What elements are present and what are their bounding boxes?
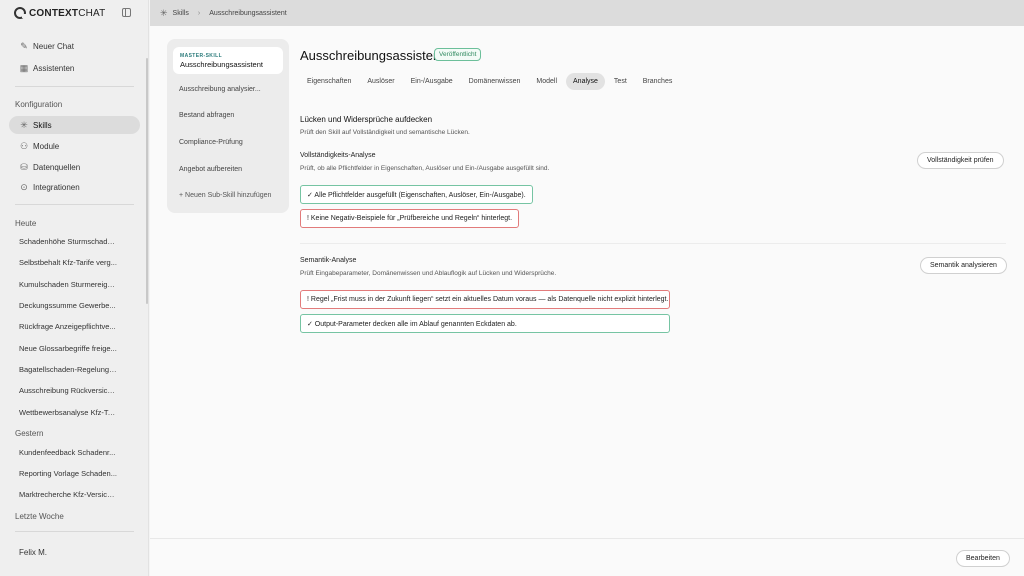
nav-assistants[interactable]: ▦ Assistenten [9,59,140,77]
history-item[interactable]: Reporting Vorlage Schaden... [19,469,117,478]
sidebar-divider [15,86,134,87]
semantics-result-warning: ! Regel „Frist muss in der Zukunft liege… [300,290,670,309]
subskill-item[interactable]: Ausschreibung analysier... [179,86,261,93]
section-label-today: Heute [15,219,37,228]
master-skill-card[interactable]: MASTER-SKILL Ausschreibungsassistent [173,47,283,74]
subskill-item[interactable]: Angebot aufbereiten [179,166,242,173]
tab-test[interactable]: Test [607,73,634,90]
history-item[interactable]: Kundenfeedback Schadenr... [19,448,117,457]
history-item[interactable]: Marktrecherche Kfz-Versich... [19,490,117,499]
history-item[interactable]: Ausschreibung Rückversich... [19,386,117,395]
history-item[interactable]: Schadenhöhe Sturmschade... [19,237,117,246]
add-subskill-button[interactable]: + Neuen Sub-Skill hinzufügen [179,192,271,199]
subskill-item[interactable]: Bestand abfragen [179,112,234,119]
nav-modules[interactable]: ⚇ Module [9,137,140,155]
completeness-desc: Prüft, ob alle Pflichtfelder in Eigensch… [300,165,550,172]
logo-icon [14,7,26,19]
history-item[interactable]: Selbstbehalt Kfz-Tarife verg... [19,258,117,267]
completeness-result-ok: ✓ Alle Pflichtfelder ausgefüllt (Eigensc… [300,185,533,204]
breadcrumb: ✳ Skills › Ausschreibungsassistent [150,0,1024,26]
sidebar-scrollbar[interactable] [146,58,148,304]
module-icon: ⚇ [19,140,29,151]
semantics-desc: Prüft Eingabeparameter, Domänenwissen un… [300,270,557,277]
nav-label: Integrationen [33,182,80,192]
nav-label: Module [33,141,60,151]
nav-integrations[interactable]: ⊙ Integrationen [9,178,140,196]
footer-divider [150,538,1024,539]
app-logo[interactable]: CONTEXTCHAT [14,6,134,20]
semantics-title: Semantik-Analyse [300,257,357,264]
history-item[interactable]: Bagatellschaden-Regelung ... [19,365,117,374]
breadcrumb-current: Ausschreibungsassistent [209,9,287,17]
logo-text-bold: CONTEXT [29,7,79,19]
edit-icon: ✎ [20,40,28,51]
tab-modell[interactable]: Modell [529,73,564,90]
sparkle-icon: ✳ [160,7,168,18]
completeness-title: Vollständigkeits-Analyse [300,152,376,159]
grid-icon: ▦ [19,62,29,73]
sidebar-divider [15,204,134,205]
history-item[interactable]: Deckungssumme Gewerbe... [19,301,117,310]
sidebar-collapse-icon[interactable] [122,8,131,17]
tab-branches[interactable]: Branches [636,73,680,90]
status-badge: Veröffentlicht [434,48,482,61]
semantics-result-ok: ✓ Output-Parameter decken alle im Ablauf… [300,314,670,333]
breadcrumb-root[interactable]: Skills [173,10,189,17]
nav-label: Assistenten [33,63,75,73]
sidebar-divider [15,531,134,532]
tab-ein-ausgabe[interactable]: Ein-/Ausgabe [404,73,460,90]
section-divider [300,243,1006,244]
database-icon: ⛁ [20,161,28,172]
nav-datasources[interactable]: ⛁ Datenquellen [9,158,140,176]
logo-text-rest: CHAT [78,7,106,19]
sidebar: CONTEXTCHAT ✎ Neuer Chat ▦ Assistenten K… [0,0,149,576]
integration-icon: ⊙ [20,181,28,192]
section-label-config: Konfiguration [15,100,63,109]
history-item[interactable]: Kumulschaden Sturmereign... [19,280,117,289]
subskill-item[interactable]: Compliance-Prüfung [179,139,243,146]
nav-label: Neuer Chat [33,41,74,51]
section-label-lastweek: Letzte Woche [15,512,64,521]
nav-skills[interactable]: ✳ Skills [9,116,140,134]
chevron-right-icon: › [197,9,201,17]
user-name[interactable]: Felix M. [19,548,47,557]
tab-eigenschaften[interactable]: Eigenschaften [300,73,358,90]
sparkle-icon: ✳ [20,119,28,130]
nav-label: Datenquellen [33,162,81,172]
tab-bar: Eigenschaften Auslöser Ein-/Ausgabe Domä… [300,73,681,90]
tab-domaenenwissen[interactable]: Domänenwissen [462,73,528,90]
master-skill-label: MASTER-SKILL [180,53,223,59]
history-item[interactable]: Rückfrage Anzeigepflichtve... [19,322,117,331]
page-title: Ausschreibungsassistent [300,48,444,63]
tab-analyse[interactable]: Analyse [566,73,605,90]
analyze-semantics-button[interactable]: Semantik analysieren [920,257,1007,274]
master-skill-title: Ausschreibungsassistent [180,60,263,69]
nav-new-chat[interactable]: ✎ Neuer Chat [9,37,140,55]
analysis-section-desc: Prüft den Skill auf Vollständigkeit und … [300,129,470,136]
subskill-panel: MASTER-SKILL Ausschreibungsassistent Aus… [167,39,289,213]
main-content: MASTER-SKILL Ausschreibungsassistent Aus… [150,26,1024,576]
history-item[interactable]: Neue Glossarbegriffe freige... [19,344,117,353]
tab-ausloeser[interactable]: Auslöser [360,73,401,90]
edit-button[interactable]: Bearbeiten [956,550,1010,567]
section-label-yesterday: Gestern [15,429,44,438]
history-item[interactable]: Wettbewerbsanalyse Kfz-Ta... [19,408,117,417]
completeness-result-warning: ! Keine Negativ-Beispiele für „Prüfberei… [300,209,520,228]
analysis-section-title: Lücken und Widersprüche aufdecken [300,115,433,124]
nav-label: Skills [33,120,52,130]
check-completeness-button[interactable]: Vollständigkeit prüfen [917,152,1004,169]
